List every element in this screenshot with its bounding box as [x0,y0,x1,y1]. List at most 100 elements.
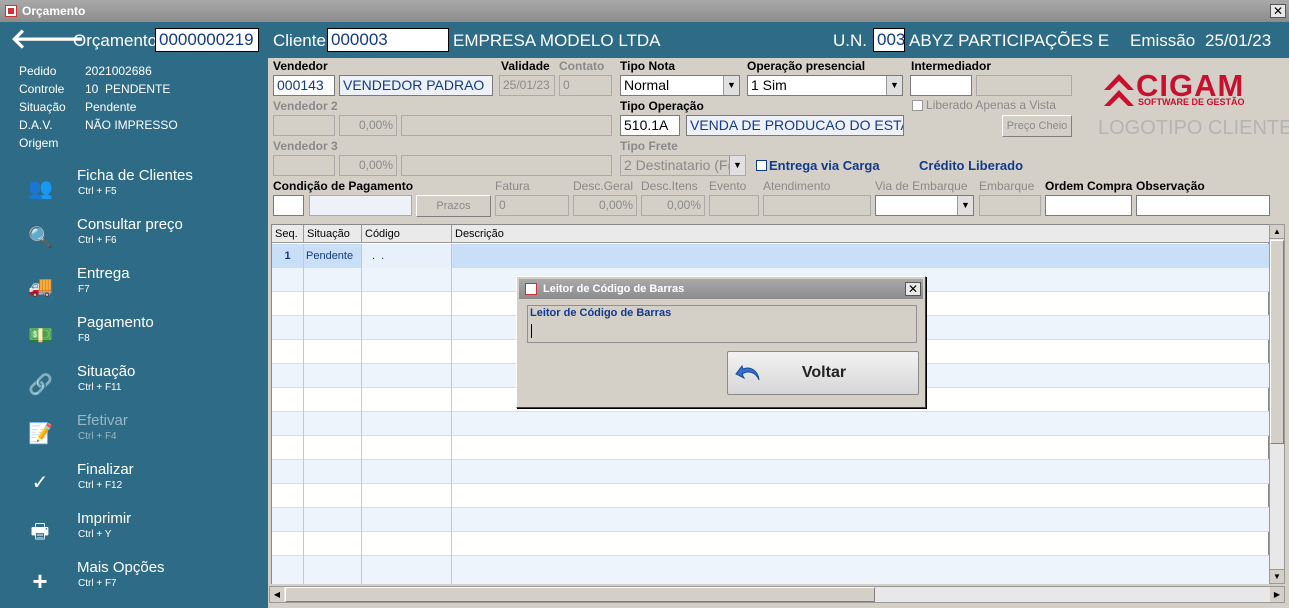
validade-label: Validade [501,59,550,73]
check-icon: ✓ [31,472,49,494]
horizontal-scrollbar[interactable]: ◀ ▶ [269,586,1285,603]
un-label: U.N. [833,31,867,50]
price-search-icon: 🔍 [28,227,53,249]
cliente-code-field[interactable]: 000003 [327,28,449,52]
menu-finalizar[interactable]: ✓ Finalizar Ctrl + F12 [0,460,268,506]
menu-shortcut: Ctrl + F6 [78,235,117,246]
cell-codigo[interactable]: . . [362,244,452,268]
tipooperacao-code-field[interactable]: 510.1A [620,115,680,136]
evento-field [709,195,759,216]
barcode-reader-dialog: Leitor de Código de Barras ✕ Leitor de C… [516,276,926,408]
plus-icon: + [32,566,48,596]
vendedor2-pct-field: 0,00% [339,115,397,136]
chevron-down-icon[interactable]: ▼ [723,76,739,95]
table-row[interactable] [272,436,1270,460]
observacao-field[interactable] [1136,195,1270,216]
dialog-titlebar: Leitor de Código de Barras ✕ [519,279,923,299]
vendedor-name-field: VENDEDOR PADRAO [339,75,493,96]
col-descricao[interactable]: Descrição [452,225,1270,243]
scroll-up-icon[interactable]: ▲ [1270,225,1284,239]
menu-imprimir[interactable]: 🖶 Imprimir Ctrl + Y [0,509,268,555]
dav-value: NÃO IMPRESSO [85,118,178,132]
table-row[interactable] [272,508,1270,532]
col-codigo[interactable]: Código [362,225,452,243]
controle-value: 10 PENDENTE [85,82,171,96]
hscroll-thumb[interactable] [285,587,875,602]
menu-shortcut: Ctrl + Y [78,529,112,540]
scroll-down-icon[interactable]: ▼ [1270,569,1284,583]
barcode-input[interactable] [530,321,914,341]
col-seq[interactable]: Seq. [272,225,304,243]
table-row[interactable] [272,556,1270,584]
vendedor-code-field[interactable]: 000143 [273,75,335,96]
table-row[interactable] [272,532,1270,556]
menu-ficha-clientes[interactable]: 👥 Ficha de Clientes Ctrl + F5 [0,166,268,212]
truck-icon: 🚚 [28,276,53,298]
vendedor3-label: Vendedor 3 [273,139,338,153]
menu-shortcut: Ctrl + F4 [78,431,117,442]
operacao-value: 1 Sim [751,77,787,93]
condicao-code-field[interactable] [273,195,304,216]
condicao-name-field [309,195,412,216]
fatura-field: 0 [495,195,569,216]
close-window-button[interactable]: ✕ [1270,4,1286,18]
menu-title: Imprimir [77,510,132,527]
atendimento-label: Atendimento [763,179,831,193]
logo-cliente: LOGOTIPO CLIENTE [1098,117,1289,139]
vendedor3-code-field [273,155,335,176]
entrega-carga-checkbox[interactable] [756,160,767,171]
menu-title: Mais Opções [77,559,165,576]
cell-seq: 1 [272,244,304,268]
situacao-value: Pendente [85,100,137,114]
scroll-left-icon[interactable]: ◀ [270,587,284,602]
descgeral-label: Desc.Geral [573,179,634,193]
menu-pagamento[interactable]: 💵 Pagamento F8 [0,313,268,359]
cigam-emblem-icon [1104,74,1134,106]
descitens-field: 0,00% [641,195,705,216]
un-code-field[interactable]: 003 [873,28,905,52]
via-select[interactable]: ▼ [875,195,974,216]
chevron-down-icon[interactable]: ▼ [886,76,902,95]
vendedor2-code-field [273,115,335,136]
table-row[interactable] [272,460,1270,484]
via-label: Via de Embarque [875,179,968,193]
menu-mais-opcoes[interactable]: + Mais Opções Ctrl + F7 [0,558,268,604]
menu-title: Ficha de Clientes [77,167,193,184]
dialog-close-button[interactable]: ✕ [905,282,921,296]
ordem-field[interactable] [1045,195,1132,216]
liberado-checkbox[interactable] [912,100,923,111]
vertical-scrollbar[interactable]: ▲ ▼ [1269,224,1285,584]
scroll-thumb[interactable] [1270,240,1284,444]
link-icon: 🔗 [28,374,53,396]
tiponota-select[interactable]: Normal ▼ [620,75,740,96]
tipofrete-value: 2 Destinatario (F( [624,157,733,173]
menu-entrega[interactable]: 🚚 Entrega F7 [0,264,268,310]
liberado-label: Liberado Apenas a Vista [926,98,1056,112]
app-icon [525,283,537,295]
table-row[interactable] [272,484,1270,508]
prazos-button[interactable]: Prazos [416,195,491,217]
barcode-input-group: Leitor de Código de Barras [527,305,917,343]
menu-consultar-preco[interactable]: 🔍 Consultar preço Ctrl + F6 [0,215,268,261]
vendedor2-name-field [401,115,612,136]
embarque-field [979,195,1041,216]
table-row[interactable]: 1 Pendente . . [272,244,1270,268]
operacao-select[interactable]: 1 Sim ▼ [747,75,903,96]
intermediador-code-field[interactable] [910,75,972,96]
vendedor3-name-field [401,155,612,176]
col-situacao[interactable]: Situação [304,225,362,243]
menu-shortcut: Ctrl + F12 [78,480,123,491]
app-icon [5,5,17,17]
menu-situacao[interactable]: 🔗 Situação Ctrl + F11 [0,362,268,408]
money-icon: 💵 [28,325,53,347]
chevron-down-icon[interactable]: ▼ [957,196,973,215]
preco-cheio-button[interactable]: Preço Cheio [1002,115,1072,137]
voltar-button[interactable]: Voltar [727,351,919,395]
atendimento-field [763,195,871,216]
scroll-right-icon[interactable]: ▶ [1270,587,1284,602]
table-row[interactable] [272,412,1270,436]
vendedor3-pct-field: 0,00% [339,155,397,176]
contato-field: 0 [559,75,612,96]
cliente-name: EMPRESA MODELO LTDA [453,31,661,50]
orcamento-field[interactable]: 0000000219 [155,28,259,52]
